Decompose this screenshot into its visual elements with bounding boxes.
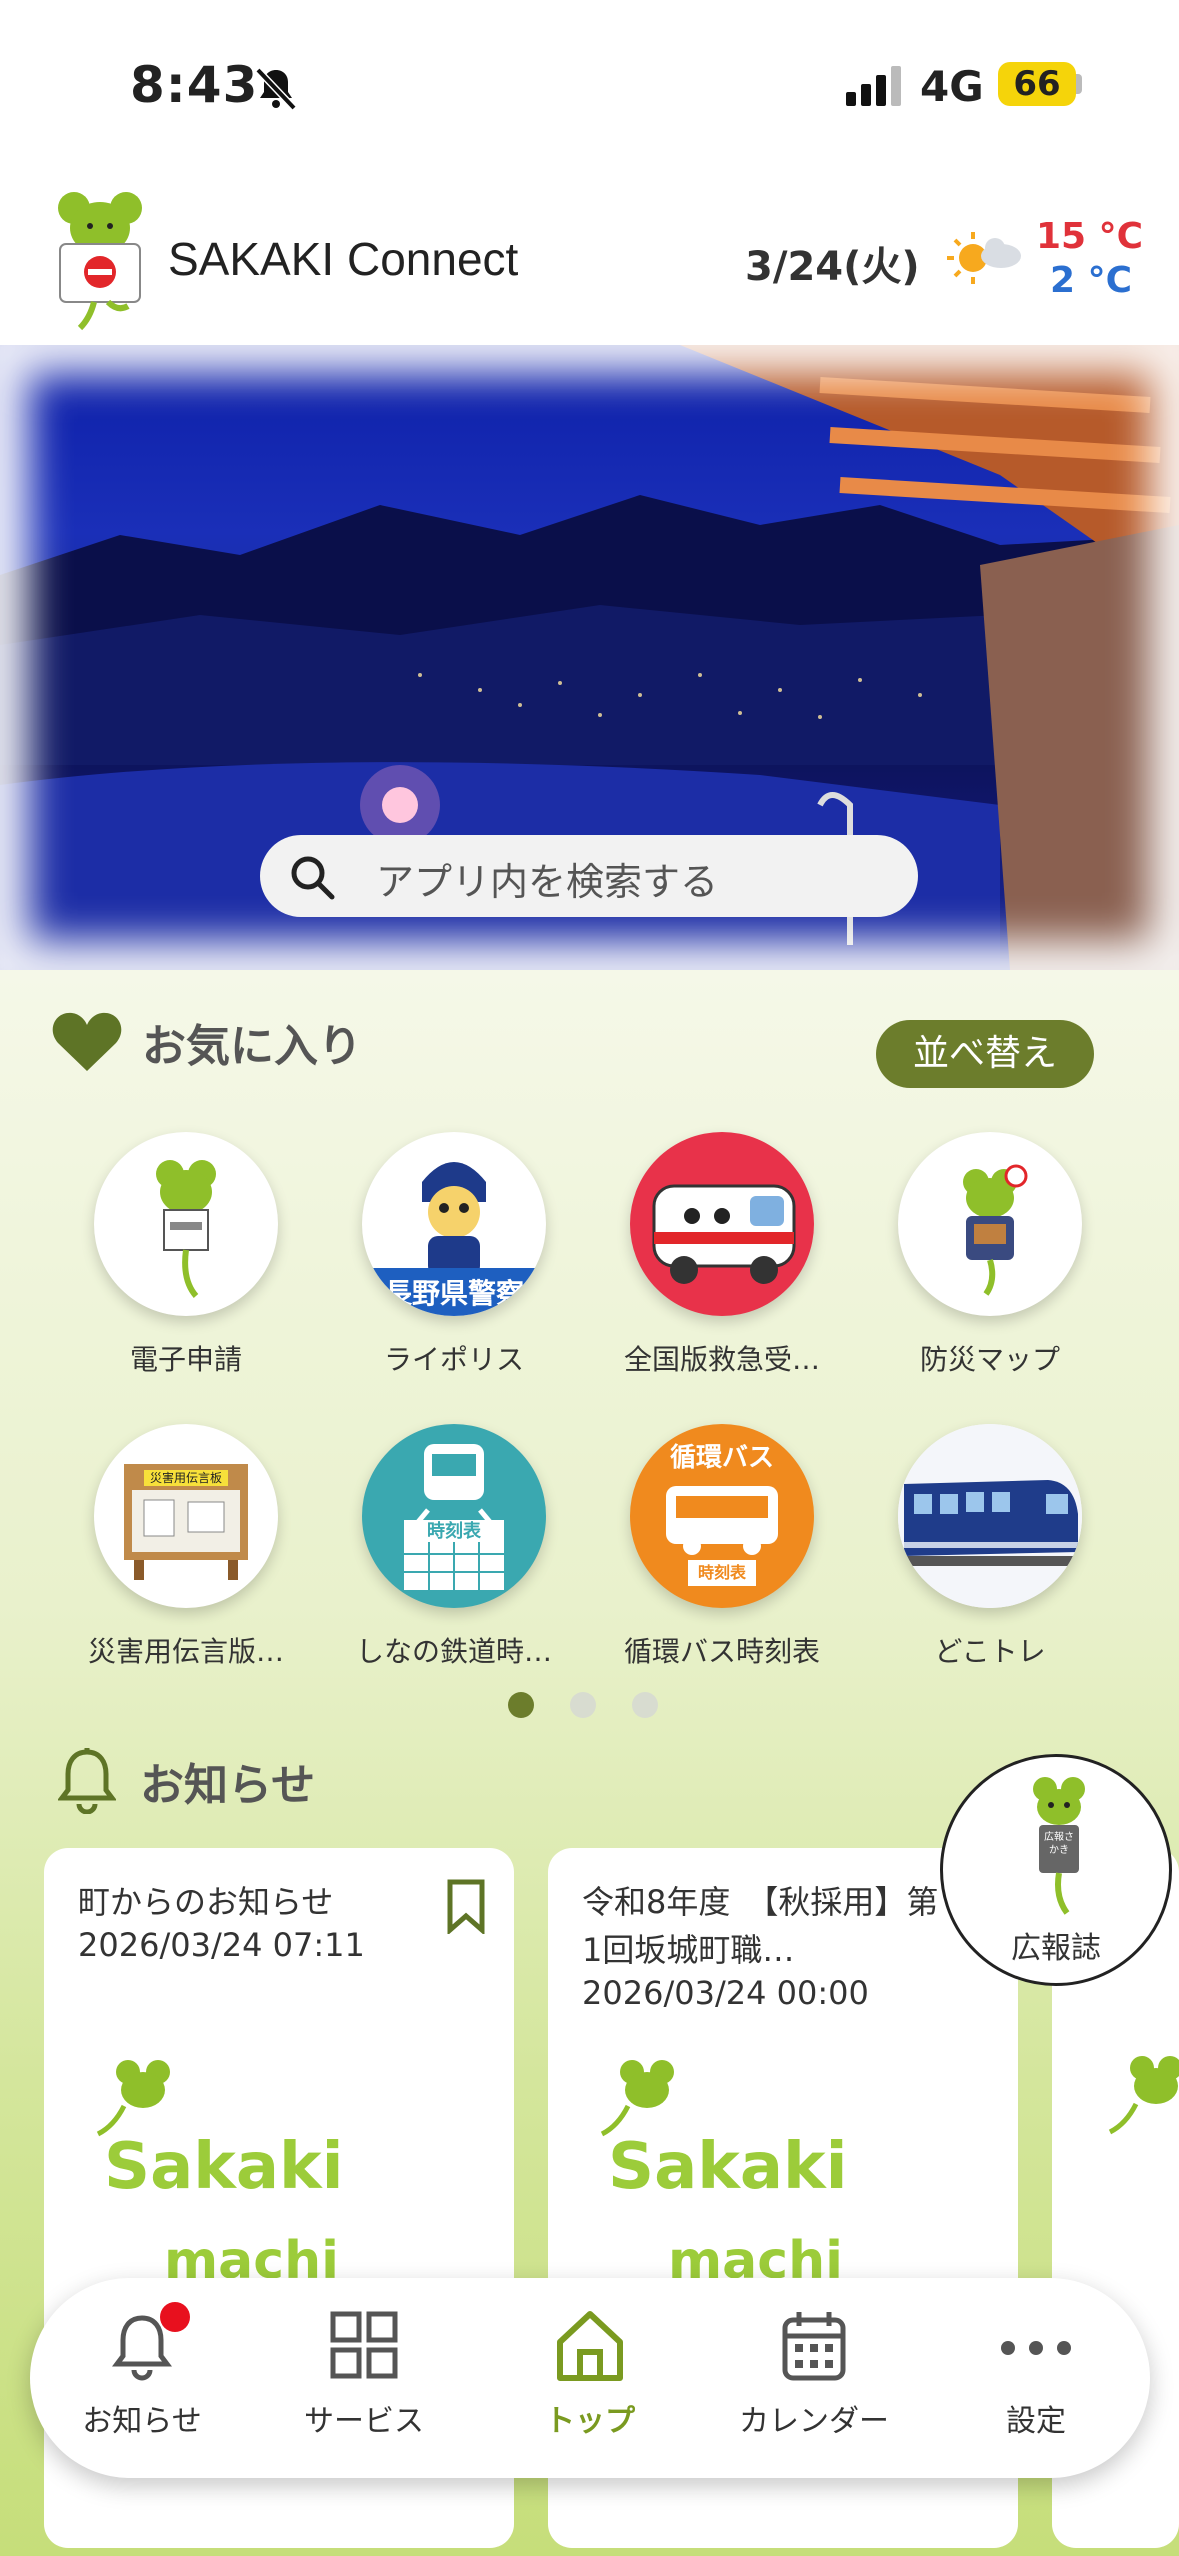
heart-icon [52, 1012, 122, 1071]
ambulance-icon [652, 1184, 796, 1284]
train-photo-icon [898, 1424, 1082, 1608]
battery-tip [1076, 74, 1082, 94]
temp-low: 2 °C [1050, 260, 1133, 301]
tab-label: カレンダー [739, 2404, 889, 2439]
app-title: SAKAKI Connect [168, 233, 519, 285]
notice-date: 2026/03/24 00:00 [582, 1974, 869, 2012]
fav-label: どこトレ [934, 1635, 1046, 1668]
notice-category: 町からのお知らせ [78, 1883, 334, 1921]
tab-settings[interactable]: 設定 [936, 2308, 1136, 2440]
page-indicator[interactable] [508, 1692, 658, 1718]
timetable-icon-text: 時刻表 [427, 1521, 481, 1542]
fav-icon-circle [630, 1132, 814, 1316]
fav-item-emergency[interactable]: 全国版救急受… [607, 1132, 837, 1378]
fav-icon-circle: 災害用伝言板 [94, 1424, 278, 1608]
notices-header: お知らせ [58, 1748, 315, 1814]
more-dots-icon [1001, 2341, 1071, 2355]
network-type: 4G [920, 62, 984, 111]
fav-item-e-application[interactable]: 電子申請 [71, 1132, 301, 1378]
fav-icon-circle [898, 1424, 1082, 1608]
tab-label: 設定 [1006, 2404, 1066, 2439]
hero-banner: アプリ内を検索する [0, 345, 1179, 970]
home-icon [557, 2311, 623, 2381]
magazine-sign-text: 広報さかき [1044, 1832, 1074, 1856]
fav-label: 防災マップ [919, 1343, 1060, 1376]
bell-icon [58, 1748, 116, 1814]
bookmark-icon[interactable] [446, 1878, 486, 1934]
bus-icon-title: 循環バス [669, 1443, 774, 1473]
calendar-icon [782, 2312, 846, 2381]
signal-icon [846, 66, 901, 106]
fav-label: 電子申請 [129, 1343, 242, 1376]
sakaki-machi-logo-art: Sakaki machi [96, 2060, 344, 2288]
tab-calendar[interactable]: カレンダー [714, 2308, 914, 2440]
fav-icon-circle: 時刻表 [362, 1424, 546, 1608]
fav-label: 災害用伝言版… [87, 1635, 284, 1668]
fav-item-disaster-board[interactable]: 災害用伝言板 災害用伝言版… [71, 1424, 301, 1670]
art-line-1: Sakaki [608, 2130, 848, 2204]
fav-item-dokotore[interactable]: どこトレ [875, 1424, 1105, 1670]
page-dot-1[interactable] [508, 1692, 534, 1718]
sun-cloud-icon [947, 232, 1021, 284]
notification-badge [160, 2302, 190, 2332]
tab-top[interactable]: トップ [490, 2308, 690, 2440]
notices-title: お知らせ [140, 1760, 316, 1811]
tab-label: サービス [304, 2404, 424, 2439]
mascot-sign-icon [156, 1160, 216, 1298]
tab-services[interactable]: サービス [264, 2308, 464, 2440]
favorites-header: お気に入り [52, 1010, 362, 1074]
date-display: 3/24(火) [745, 244, 920, 290]
search-icon [291, 856, 335, 900]
bell-muted-icon [255, 67, 297, 111]
fav-label: 循環バス時刻表 [623, 1635, 820, 1668]
fav-label: 全国版救急受… [623, 1343, 820, 1376]
fav-label: ライポリス [383, 1343, 524, 1376]
tab-notifications[interactable]: お知らせ [42, 2302, 242, 2440]
search-placeholder: アプリ内を検索する [376, 860, 719, 904]
art-line-1: Sakaki [104, 2130, 344, 2204]
tab-label: お知らせ [82, 2404, 202, 2439]
grid-icon [330, 2311, 398, 2379]
sort-button[interactable]: 並べ替え [876, 1020, 1094, 1088]
status-time: 8:43 [130, 56, 259, 114]
tab-label: トップ [545, 2404, 635, 2439]
mascot-logo-icon[interactable] [50, 186, 150, 336]
fav-label: しなの鉄道時… [355, 1635, 552, 1668]
message-board-icon [124, 1464, 248, 1580]
page-dot-3[interactable] [632, 1692, 658, 1718]
fav-item-raipolis[interactable]: 長野県警察 ライポリス [339, 1132, 569, 1378]
train-timetable-icon [404, 1444, 504, 1590]
battery-indicator: 66 [998, 62, 1076, 106]
fav-icon-circle: 長野県警察 [362, 1132, 546, 1316]
fav-item-disaster-map[interactable]: 防災マップ [875, 1132, 1105, 1378]
police-banner-text: 長野県警察 [383, 1277, 524, 1310]
search-bar[interactable]: アプリ内を検索する [260, 835, 918, 917]
fav-icon-circle [94, 1132, 278, 1316]
sakaki-machi-logo-art: Sakaki machi [600, 2060, 848, 2288]
koho-magazine-button[interactable]: 広報さかき 広報誌 [940, 1754, 1172, 1986]
board-sign-text: 災害用伝言板 [149, 1471, 222, 1485]
fav-item-shinano-railway[interactable]: 時刻表 しなの鉄道時… [339, 1424, 569, 1670]
fav-icon-circle: 循環バス 時刻表 [630, 1424, 814, 1608]
notice-category: 令和8年度 【秋採用】第1回坂城町職… [582, 1883, 939, 1969]
page-dot-2[interactable] [570, 1692, 596, 1718]
status-bar: 8:43 4G 66 [0, 0, 1179, 170]
temp-high: 15 °C [1036, 216, 1144, 257]
bottom-tab-bar: お知らせ サービス トップ カレンダー 設定 [30, 2278, 1150, 2478]
favorites-title: お気に入り [142, 1021, 362, 1072]
fav-item-loop-bus[interactable]: 循環バス 時刻表 循環バス時刻表 [607, 1424, 837, 1670]
mascot-helmet-icon [963, 1164, 1028, 1296]
fav-icon-circle [898, 1132, 1082, 1316]
app-header: SAKAKI Connect 3/24(火) 15 °C 2 °C [0, 170, 1179, 345]
notice-date: 2026/03/24 07:11 [78, 1926, 365, 1964]
koho-magazine-label: 広報誌 [1011, 1931, 1101, 1966]
bus-timetable-text: 時刻表 [697, 1563, 746, 1582]
